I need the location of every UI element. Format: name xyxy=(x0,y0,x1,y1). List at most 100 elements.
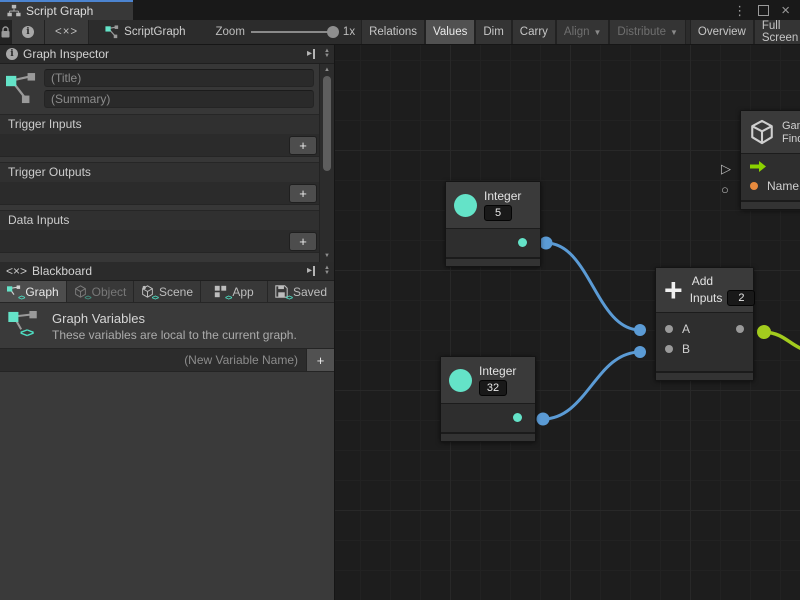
graph-node-icon xyxy=(6,73,36,105)
node-footer xyxy=(656,371,753,380)
scrollbar-thumb[interactable] xyxy=(323,76,331,171)
graph-variables-title: Graph Variables xyxy=(52,311,297,326)
tab-graph[interactable]: <> Graph xyxy=(0,281,67,302)
integer-value-field[interactable]: 32 xyxy=(479,380,507,396)
code-brackets-icon: <> xyxy=(20,325,33,340)
tab-object[interactable]: <> Object xyxy=(67,281,134,302)
lock-button[interactable] xyxy=(0,20,12,44)
add-data-input-button[interactable]: + xyxy=(289,232,317,251)
dock-panel-icon[interactable]: ▸ xyxy=(307,49,315,59)
tab-script-graph[interactable]: Script Graph xyxy=(0,0,133,20)
node-title: Find xyxy=(782,133,800,145)
scroll-up-icon[interactable]: ▲ xyxy=(324,64,330,76)
close-icon[interactable]: × xyxy=(781,3,790,18)
input-port-a[interactable] xyxy=(665,325,673,333)
node-gameobject-find[interactable]: GameObject Find Name xyxy=(740,110,800,210)
output-port[interactable] xyxy=(518,238,527,247)
chevron-down-icon: ▼ xyxy=(594,28,602,37)
graph-toolbar: i <×> ScriptGraph Zoom 1x Relations Valu… xyxy=(0,20,800,45)
graph-title-input[interactable] xyxy=(44,69,314,87)
zoom-label: Zoom xyxy=(216,26,245,38)
variables-list-empty xyxy=(0,372,334,600)
tab-scene[interactable]: <> Scene xyxy=(134,281,201,302)
bolt-icon: <×> xyxy=(6,264,27,278)
app-variables-icon: <> xyxy=(214,285,228,299)
wire-add-output xyxy=(764,332,800,349)
zoom-value: 1x xyxy=(343,26,355,38)
carry-button[interactable]: Carry xyxy=(512,20,556,44)
trigger-inputs-list: + xyxy=(0,134,320,157)
wire-integer32-to-addB xyxy=(543,352,640,419)
chevron-down-icon: ▼ xyxy=(670,28,678,37)
tab-title: Script Graph xyxy=(26,4,93,18)
blackboard-title: Blackboard xyxy=(32,264,92,278)
align-dropdown[interactable]: Align▼ xyxy=(556,20,610,44)
inputs-count-field[interactable]: 2 xyxy=(727,290,755,306)
node-integer-5[interactable]: Integer 5 xyxy=(445,181,541,267)
graph-inspector-body: Trigger Inputs + Trigger Outputs + Data … xyxy=(0,64,334,262)
input-port-b[interactable] xyxy=(665,345,673,353)
graph-breadcrumb[interactable]: ScriptGraph xyxy=(97,20,193,44)
new-variable-name-input[interactable] xyxy=(0,349,306,371)
add-trigger-output-button[interactable]: + xyxy=(289,184,317,203)
graph-variables-info: <> Graph Variables These variables are l… xyxy=(0,303,334,348)
node-add[interactable]: + Add Inputs 2 A B xyxy=(655,267,754,381)
node-header[interactable]: + Add Inputs 2 xyxy=(656,268,753,313)
graph-inspector-header: i Graph Inspector ▸ ▲▼ xyxy=(0,45,334,64)
node-header[interactable]: GameObject Find xyxy=(741,111,800,154)
integer-type-icon xyxy=(449,369,472,392)
zoom-slider[interactable] xyxy=(251,31,337,33)
node-header[interactable]: Integer 32 xyxy=(441,357,535,404)
dock-panel-icon[interactable]: ▸ xyxy=(307,266,315,276)
hierarchy-icon xyxy=(7,4,21,18)
node-body: Name xyxy=(741,154,800,200)
graph-summary-input[interactable] xyxy=(44,90,314,108)
node-body: A B xyxy=(656,313,753,371)
zoom-control: Zoom 1x xyxy=(210,20,362,44)
overview-button[interactable]: Overview xyxy=(690,20,754,44)
window-controls: ⋮ × xyxy=(733,0,800,20)
trigger-inputs-section-label: Trigger Inputs xyxy=(0,114,320,134)
trigger-arrow-icon[interactable] xyxy=(750,161,766,172)
side-panels: i Graph Inspector ▸ ▲▼ Trigger Inputs xyxy=(0,45,335,600)
graph-info-button[interactable]: i xyxy=(12,20,45,44)
panel-scroll-arrows[interactable]: ▲▼ xyxy=(324,49,330,59)
trigger-port-row xyxy=(741,156,800,176)
distribute-dropdown[interactable]: Distribute▼ xyxy=(609,20,686,44)
full-screen-button[interactable]: Full Screen xyxy=(754,20,800,44)
graph-inspector-title: Graph Inspector xyxy=(23,47,109,61)
inspector-scrollbar[interactable]: ▲ ▼ xyxy=(319,64,334,262)
scroll-down-icon[interactable]: ▼ xyxy=(324,250,330,262)
name-input-port[interactable] xyxy=(750,182,758,190)
unconnected-value-indicator[interactable]: ○ xyxy=(721,183,729,196)
maximize-icon[interactable] xyxy=(758,5,769,16)
output-port[interactable] xyxy=(736,325,744,333)
visual-scripting-button[interactable]: <×> xyxy=(45,20,89,44)
unconnected-trigger-indicator[interactable]: ▷ xyxy=(721,162,731,175)
data-inputs-list: + xyxy=(0,230,320,253)
node-header[interactable]: Integer 5 xyxy=(446,182,540,229)
graph-variables-icon: <> xyxy=(7,285,21,299)
zoom-slider-handle[interactable] xyxy=(327,26,339,38)
output-port[interactable] xyxy=(513,413,522,422)
tab-saved[interactable]: <> Saved xyxy=(268,281,334,302)
scene-variables-icon: <> xyxy=(141,285,155,299)
info-icon: i xyxy=(22,26,34,38)
node-title: Integer xyxy=(484,189,521,203)
integer-value-field[interactable]: 5 xyxy=(484,205,512,221)
tab-app[interactable]: <> App xyxy=(201,281,268,302)
graph-canvas[interactable]: Integer 5 Integer 32 + Add xyxy=(335,45,800,600)
relations-button[interactable]: Relations xyxy=(361,20,425,44)
panel-scroll-arrows[interactable]: ▲▼ xyxy=(324,266,330,276)
node-integer-32[interactable]: Integer 32 xyxy=(440,356,536,442)
add-trigger-input-button[interactable]: + xyxy=(289,136,317,155)
port-row-b: B xyxy=(656,339,753,359)
integer-type-icon xyxy=(454,194,477,217)
add-variable-button[interactable]: + xyxy=(306,349,334,371)
saved-variables-icon: <> xyxy=(275,285,289,299)
kebab-menu-icon[interactable]: ⋮ xyxy=(733,4,746,17)
node-body xyxy=(441,404,535,432)
dim-button[interactable]: Dim xyxy=(475,20,511,44)
values-button[interactable]: Values xyxy=(425,20,475,44)
graph-variables-description: These variables are local to the current… xyxy=(52,328,297,342)
